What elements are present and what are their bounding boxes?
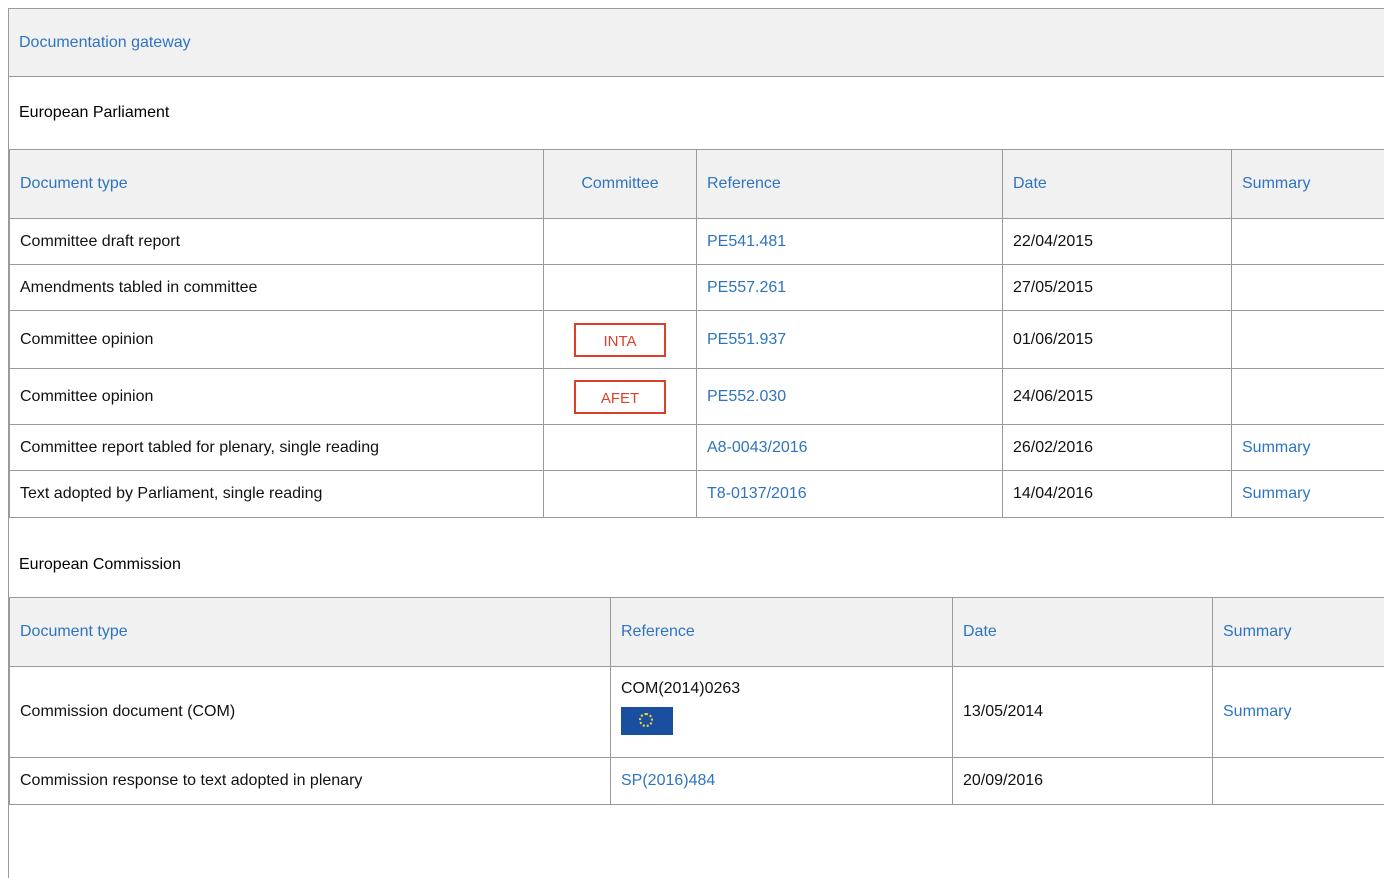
documentation-gateway-panel: Documentation gateway European Parliamen… xyxy=(8,8,1384,878)
summary-link[interactable]: Summary xyxy=(1223,703,1291,720)
reference-cell: A8-0043/2016 xyxy=(697,425,1003,471)
summary-cell xyxy=(1232,311,1384,369)
committee-cell: AFET xyxy=(544,369,697,425)
committee-cell xyxy=(544,425,697,471)
table-row: Commission document (COM) COM(2014)0263 … xyxy=(10,667,1384,758)
summary-cell xyxy=(1213,758,1384,805)
reference-link[interactable]: PE552.030 xyxy=(707,388,786,405)
reference-text: COM(2014)0263 xyxy=(621,680,740,697)
reference-cell: PE551.937 xyxy=(697,311,1003,369)
doc-type-cell: Committee report tabled for plenary, sin… xyxy=(10,425,544,471)
committee-badge-afet[interactable]: AFET xyxy=(574,380,666,414)
sort-committee-link[interactable]: Committee xyxy=(581,175,658,192)
date-cell: 20/09/2016 xyxy=(953,758,1213,805)
sort-summary-link[interactable]: Summary xyxy=(1223,623,1291,640)
date-cell: 27/05/2015 xyxy=(1003,265,1232,311)
reference-cell: SP(2016)484 xyxy=(611,758,953,805)
doc-type-cell: Committee draft report xyxy=(10,219,544,265)
sort-reference-link[interactable]: Reference xyxy=(621,623,695,640)
reference-cell: PE541.481 xyxy=(697,219,1003,265)
table-header-row: Document type Committee Reference Date S… xyxy=(10,150,1384,219)
summary-link[interactable]: Summary xyxy=(1242,439,1310,456)
reference-link[interactable]: PE551.937 xyxy=(707,331,786,348)
date-cell: 14/04/2016 xyxy=(1003,471,1232,518)
committee-cell xyxy=(544,471,697,518)
ep-section-title: European Parliament xyxy=(9,77,1384,149)
sort-summary-link[interactable]: Summary xyxy=(1242,175,1310,192)
sort-document-type-link[interactable]: Document type xyxy=(20,175,128,192)
reference-link[interactable]: SP(2016)484 xyxy=(621,772,715,789)
table-row: Committee draft report PE541.481 22/04/2… xyxy=(10,219,1384,265)
documentation-gateway-link[interactable]: Documentation gateway xyxy=(19,34,191,52)
col-header-reference[interactable]: Reference xyxy=(611,598,953,667)
date-cell: 01/06/2015 xyxy=(1003,311,1232,369)
summary-cell: Summary xyxy=(1232,425,1384,471)
committee-cell xyxy=(544,219,697,265)
summary-cell xyxy=(1232,219,1384,265)
date-cell: 22/04/2015 xyxy=(1003,219,1232,265)
reference-cell: COM(2014)0263 xyxy=(611,667,953,758)
col-header-reference[interactable]: Reference xyxy=(697,150,1003,219)
summary-cell xyxy=(1232,265,1384,311)
date-cell: 24/06/2015 xyxy=(1003,369,1232,425)
reference-link[interactable]: PE541.481 xyxy=(707,233,786,250)
committee-cell: INTA xyxy=(544,311,697,369)
sort-date-link[interactable]: Date xyxy=(1013,175,1047,192)
doc-type-cell: Text adopted by Parliament, single readi… xyxy=(10,471,544,518)
sort-reference-link[interactable]: Reference xyxy=(707,175,781,192)
date-cell: 13/05/2014 xyxy=(953,667,1213,758)
table-header-row: Document type Reference Date Summary xyxy=(10,598,1384,667)
reference-link[interactable]: T8-0137/2016 xyxy=(707,485,807,502)
gateway-header: Documentation gateway xyxy=(9,9,1384,77)
table-row: Committee opinion INTA PE551.937 01/06/2… xyxy=(10,311,1384,369)
reference-cell: PE552.030 xyxy=(697,369,1003,425)
col-header-date[interactable]: Date xyxy=(1003,150,1232,219)
table-row: Committee opinion AFET PE552.030 24/06/2… xyxy=(10,369,1384,425)
ep-documents-table: Document type Committee Reference Date S… xyxy=(9,149,1384,518)
reference-cell: PE557.261 xyxy=(697,265,1003,311)
date-cell: 26/02/2016 xyxy=(1003,425,1232,471)
col-header-summary[interactable]: Summary xyxy=(1213,598,1384,667)
doc-type-cell: Amendments tabled in committee xyxy=(10,265,544,311)
committee-cell xyxy=(544,265,697,311)
reference-link[interactable]: A8-0043/2016 xyxy=(707,439,808,456)
summary-link[interactable]: Summary xyxy=(1242,485,1310,502)
summary-cell xyxy=(1232,369,1384,425)
col-header-committee[interactable]: Committee xyxy=(544,150,697,219)
doc-type-cell: Committee opinion xyxy=(10,369,544,425)
doc-type-cell: Commission document (COM) xyxy=(10,667,611,758)
eu-flag-icon[interactable] xyxy=(621,707,673,735)
reference-link[interactable]: PE557.261 xyxy=(707,279,786,296)
sort-date-link[interactable]: Date xyxy=(963,623,997,640)
table-row: Committee report tabled for plenary, sin… xyxy=(10,425,1384,471)
col-header-summary[interactable]: Summary xyxy=(1232,150,1384,219)
doc-type-cell: Committee opinion xyxy=(10,311,544,369)
doc-type-cell: Commission response to text adopted in p… xyxy=(10,758,611,805)
ec-section-title: European Commission xyxy=(9,518,1384,597)
reference-cell: T8-0137/2016 xyxy=(697,471,1003,518)
sort-document-type-link[interactable]: Document type xyxy=(20,623,128,640)
col-header-document-type[interactable]: Document type xyxy=(10,598,611,667)
table-row: Commission response to text adopted in p… xyxy=(10,758,1384,805)
col-header-date[interactable]: Date xyxy=(953,598,1213,667)
committee-badge-inta[interactable]: INTA xyxy=(574,323,666,357)
summary-cell: Summary xyxy=(1232,471,1384,518)
summary-cell: Summary xyxy=(1213,667,1384,758)
col-header-document-type[interactable]: Document type xyxy=(10,150,544,219)
table-row: Amendments tabled in committee PE557.261… xyxy=(10,265,1384,311)
ec-documents-table: Document type Reference Date Summary Com… xyxy=(9,597,1384,805)
table-row: Text adopted by Parliament, single readi… xyxy=(10,471,1384,518)
